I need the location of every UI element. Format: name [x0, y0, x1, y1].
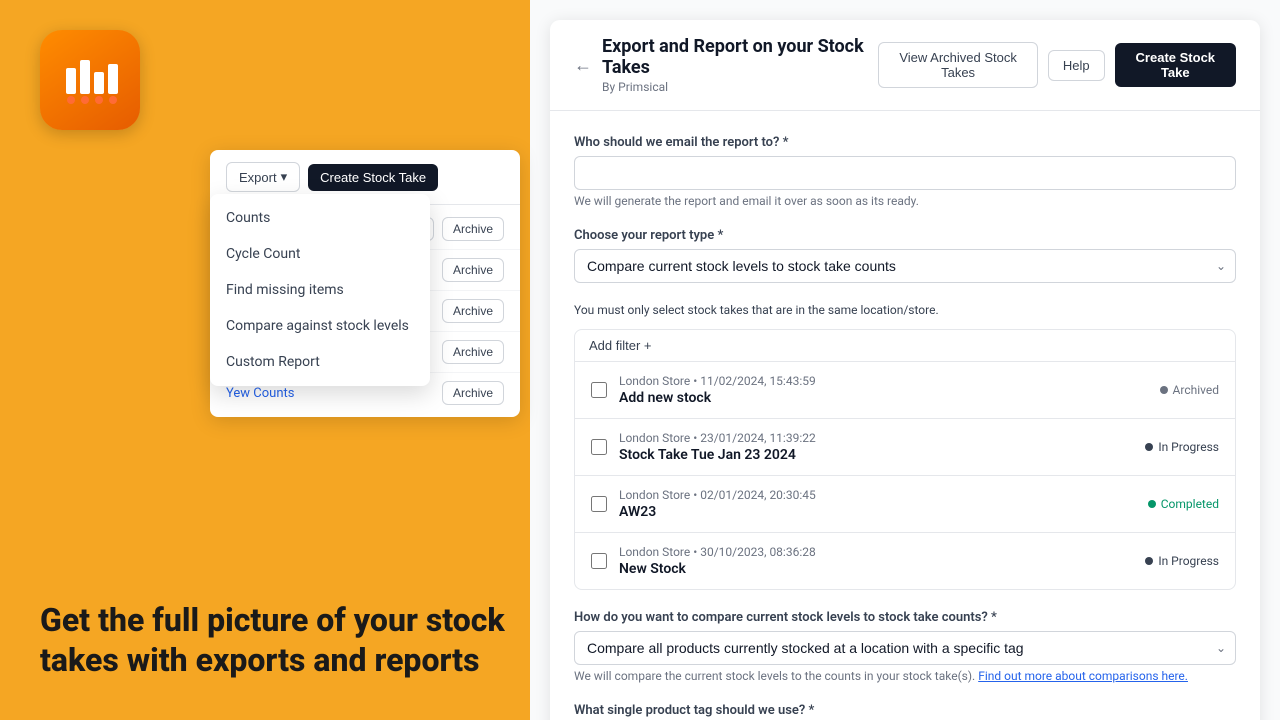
status-dot-2: [1145, 443, 1153, 451]
report-type-select-wrapper: Compare current stock levels to stock ta…: [574, 249, 1236, 283]
bottom-text: Get the full picture of your stock takes…: [40, 600, 510, 680]
modal-header-actions: View Archived Stock Takes Help Create St…: [878, 42, 1236, 88]
stock-take-item-4: London Store • 30/10/2023, 08:36:28 New …: [575, 533, 1235, 589]
dropdown-item-compare-stock[interactable]: Compare against stock levels: [210, 308, 430, 344]
dropdown-item-counts[interactable]: Counts: [210, 200, 430, 236]
stock-take-info-3: London Store • 02/01/2024, 20:30:45 AW23: [619, 488, 1136, 520]
status-dot-3: [1148, 500, 1156, 508]
view-archived-button[interactable]: View Archived Stock Takes: [878, 42, 1037, 88]
stock-take-status-4: In Progress: [1145, 554, 1219, 568]
compare-select-wrapper: Compare all products currently stocked a…: [574, 631, 1236, 665]
compare-label: How do you want to compare current stock…: [574, 610, 1236, 625]
stock-take-name-3: AW23: [619, 504, 1136, 520]
left-panel: Export ▾ Create Stock Take Counts Cycle …: [0, 0, 530, 720]
status-dot-1: [1160, 386, 1168, 394]
app-icon: [40, 30, 140, 130]
add-filter-label: Add filter +: [589, 338, 652, 353]
stock-take-checkbox-4[interactable]: [591, 553, 607, 569]
dropdown-item-custom-report[interactable]: Custom Report: [210, 344, 430, 380]
stock-take-status-3: Completed: [1148, 497, 1219, 511]
modal-title: Export and Report on your Stock Takes: [602, 36, 878, 78]
stock-take-meta-1: London Store • 11/02/2024, 15:43:59: [619, 374, 1148, 388]
location-note: You must only select stock takes that ar…: [574, 303, 1236, 317]
stock-take-info-1: London Store • 11/02/2024, 15:43:59 Add …: [619, 374, 1148, 406]
stock-take-status-2: In Progress: [1145, 440, 1219, 454]
report-type-form-group: Choose your report type * Compare curren…: [574, 228, 1236, 283]
stock-take-checkbox-3[interactable]: [591, 496, 607, 512]
archive-button-5[interactable]: Archive: [442, 381, 504, 405]
modal-box: ← Export and Report on your Stock Takes …: [550, 20, 1260, 720]
stock-take-meta-4: London Store • 30/10/2023, 08:36:28: [619, 545, 1133, 559]
back-arrow-icon: ←: [574, 55, 592, 76]
stock-take-status-1: Archived: [1160, 383, 1219, 397]
email-input[interactable]: [574, 156, 1236, 190]
stock-take-item-2: London Store • 23/01/2024, 11:39:22 Stoc…: [575, 419, 1235, 476]
report-type-select[interactable]: Compare current stock levels to stock ta…: [574, 249, 1236, 283]
stock-list-panel: Export ▾ Create Stock Take Counts Cycle …: [210, 150, 520, 417]
view-counts-link-5[interactable]: Yew Counts: [226, 386, 294, 401]
email-label: Who should we email the report to? *: [574, 135, 1236, 150]
dropdown-item-cycle-count[interactable]: Cycle Count: [210, 236, 430, 272]
create-stock-button-left[interactable]: Create Stock Take: [308, 164, 438, 191]
archive-button-4[interactable]: Archive: [442, 340, 504, 364]
modal-body: Who should we email the report to? * We …: [550, 111, 1260, 720]
modal-subtitle: By Primsical: [602, 80, 878, 94]
stock-take-name-4: New Stock: [619, 561, 1133, 577]
stock-take-info-2: London Store • 23/01/2024, 11:39:22 Stoc…: [619, 431, 1133, 463]
export-button[interactable]: Export ▾: [226, 162, 300, 192]
archive-button-2[interactable]: Archive: [442, 258, 504, 282]
add-filter-container: Add filter +: [575, 330, 1235, 362]
right-panel: ← Export and Report on your Stock Takes …: [530, 0, 1280, 720]
modal-title-block: Export and Report on your Stock Takes By…: [602, 36, 878, 94]
chevron-down-icon: ▾: [281, 169, 288, 185]
stock-take-info-4: London Store • 30/10/2023, 08:36:28 New …: [619, 545, 1133, 577]
archive-button-1[interactable]: Archive: [442, 217, 504, 241]
create-stock-label: Create Stock Take: [320, 170, 426, 185]
stock-take-name-1: Add new stock: [619, 390, 1148, 406]
create-stock-take-button-header[interactable]: Create Stock Take: [1115, 43, 1236, 87]
compare-select[interactable]: Compare all products currently stocked a…: [574, 631, 1236, 665]
archive-button-3[interactable]: Archive: [442, 299, 504, 323]
export-dropdown-menu: Counts Cycle Count Find missing items Co…: [210, 194, 430, 386]
compare-hint: We will compare the current stock levels…: [574, 669, 1236, 683]
tagline: Get the full picture of your stock takes…: [40, 600, 510, 680]
stock-take-name-2: Stock Take Tue Jan 23 2024: [619, 447, 1133, 463]
stock-takes-form-group: Add filter + London Store • 11/02/2024, …: [574, 329, 1236, 590]
compare-form-group: How do you want to compare current stock…: [574, 610, 1236, 683]
report-type-label: Choose your report type *: [574, 228, 1236, 243]
dropdown-item-find-missing[interactable]: Find missing items: [210, 272, 430, 308]
stock-take-checkbox-2[interactable]: [591, 439, 607, 455]
add-filter-button[interactable]: Add filter +: [589, 338, 652, 353]
modal-title-group: ← Export and Report on your Stock Takes …: [574, 36, 878, 94]
stock-take-meta-2: London Store • 23/01/2024, 11:39:22: [619, 431, 1133, 445]
stock-take-item-1: London Store • 11/02/2024, 15:43:59 Add …: [575, 362, 1235, 419]
tag-label: What single product tag should we use? *: [574, 703, 1236, 718]
email-hint: We will generate the report and email it…: [574, 194, 1236, 208]
back-button[interactable]: ←: [574, 55, 592, 76]
stock-take-item-3: London Store • 02/01/2024, 20:30:45 AW23…: [575, 476, 1235, 533]
stock-take-checkbox-1[interactable]: [591, 382, 607, 398]
status-dot-4: [1145, 557, 1153, 565]
stock-take-meta-3: London Store • 02/01/2024, 20:30:45: [619, 488, 1136, 502]
stock-takes-list: Add filter + London Store • 11/02/2024, …: [574, 329, 1236, 590]
help-button[interactable]: Help: [1048, 50, 1105, 81]
modal-container: ← Export and Report on your Stock Takes …: [530, 0, 1280, 720]
export-label: Export: [239, 170, 277, 185]
modal-header: ← Export and Report on your Stock Takes …: [550, 20, 1260, 111]
find-out-link[interactable]: Find out more about comparisons here.: [978, 669, 1188, 683]
tag-form-group: What single product tag should we use? *…: [574, 703, 1236, 720]
email-form-group: Who should we email the report to? * We …: [574, 135, 1236, 208]
